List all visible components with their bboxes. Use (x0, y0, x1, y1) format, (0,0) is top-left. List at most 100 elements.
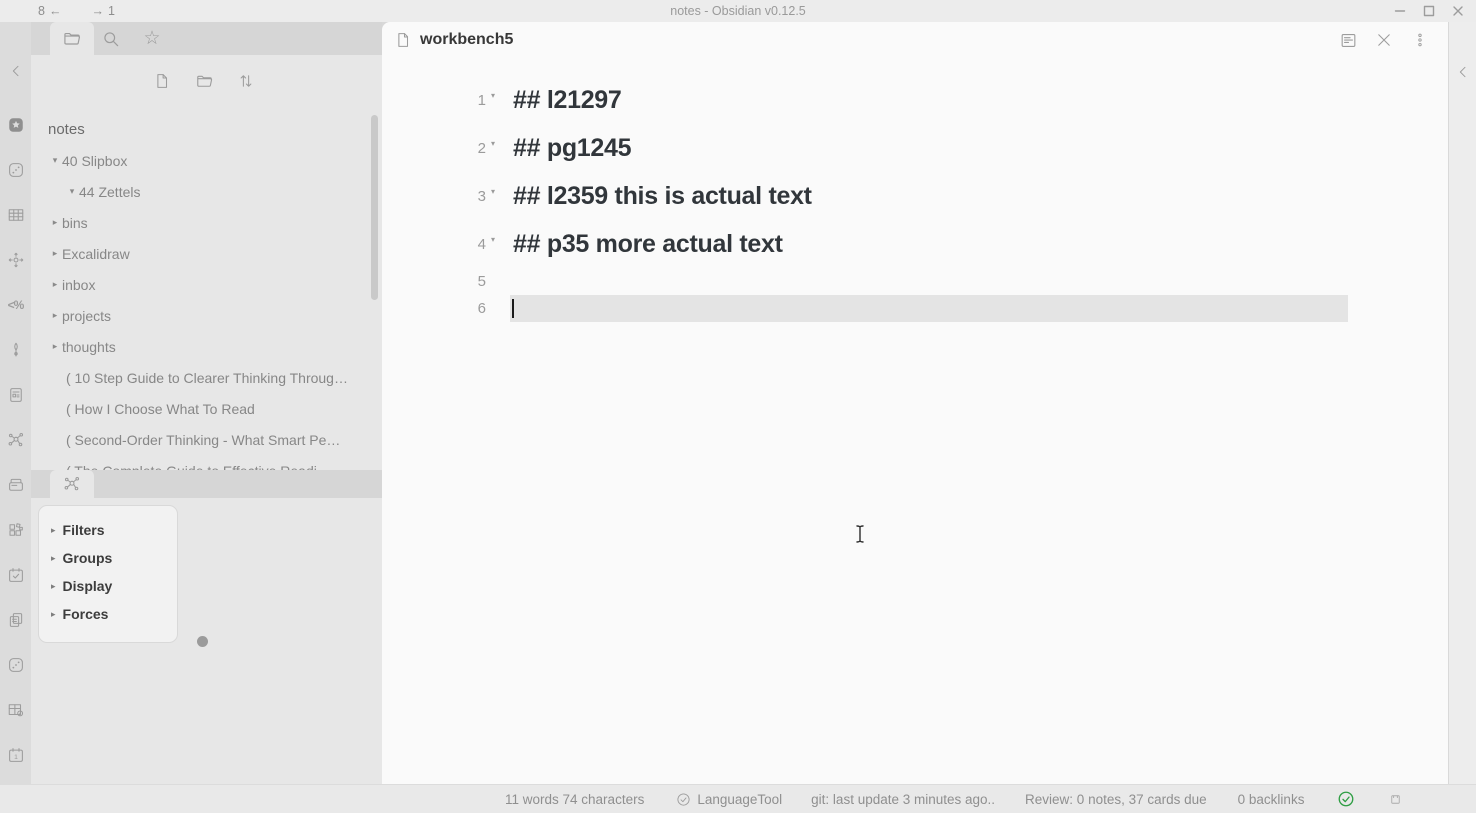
tab-file-explorer[interactable] (50, 22, 94, 55)
new-folder-icon[interactable] (194, 71, 214, 91)
tab-search[interactable] (94, 22, 128, 55)
editor-pane: workbench5 1 ▾ ## l21297 2 (382, 22, 1448, 784)
tab-starred[interactable]: ☆ (135, 22, 169, 55)
chevron-right-icon[interactable]: ▸ (48, 248, 62, 259)
tab-graph-view[interactable] (50, 470, 94, 498)
tree-folder-44-zettels[interactable]: ▾ 44 Zettels (31, 176, 382, 207)
graph-settings-filters[interactable]: ▸ Filters (39, 516, 177, 544)
chevron-right-icon[interactable]: ▸ (48, 217, 62, 228)
sort-icon[interactable] (236, 71, 256, 91)
graph-view-icon[interactable] (7, 431, 25, 449)
pen-icon[interactable] (7, 341, 25, 359)
expand-graph-icon[interactable] (7, 251, 25, 269)
tree-file[interactable]: ( 10 Step Guide to Clearer Thinking Thro… (31, 362, 382, 393)
calendar-check-icon[interactable] (7, 566, 25, 584)
expand-right-sidebar-icon[interactable] (1455, 64, 1471, 784)
graph-node[interactable] (197, 636, 208, 647)
window-title: notes - Obsidian v0.12.5 (0, 4, 1476, 18)
tree-folder-projects[interactable]: ▸ projects (31, 300, 382, 331)
review-status[interactable]: Review: 0 notes, 37 cards due (1025, 792, 1207, 807)
new-file-icon[interactable] (152, 71, 172, 91)
back-arrow-icon[interactable]: ← (49, 4, 62, 18)
graph-settings-forces[interactable]: ▸ Forces (39, 600, 177, 628)
heading-text[interactable]: ## l21297 (500, 86, 622, 115)
sync-mini-icon[interactable] (1391, 795, 1400, 804)
history-back-count: 8 (38, 4, 45, 18)
window-close-icon[interactable] (1450, 3, 1466, 19)
starred-notes-icon[interactable] (7, 116, 25, 134)
more-options-icon[interactable] (1410, 30, 1430, 50)
editor-line[interactable]: 3 ▾ ## l2359 this is actual text (382, 172, 1448, 220)
heading-text[interactable]: ## l2359 this is actual text (500, 182, 812, 211)
line-number: 6 (382, 300, 486, 317)
right-sidebar-collapsed (1448, 22, 1476, 784)
heading-text[interactable]: ## p35 more actual text (500, 230, 783, 259)
search-icon (101, 29, 121, 49)
chevron-right-icon: ▸ (51, 609, 56, 620)
fold-arrow-icon[interactable]: ▾ (486, 187, 500, 206)
editor-line[interactable]: 4 ▾ ## p35 more actual text (382, 220, 1448, 268)
close-pane-icon[interactable] (1374, 30, 1394, 50)
chevron-down-icon[interactable]: ▾ (65, 186, 79, 197)
blocks-icon[interactable] (7, 521, 25, 539)
explorer-scrollbar[interactable] (371, 115, 378, 300)
chevron-right-icon: ▸ (51, 553, 56, 564)
graph-settings-groups[interactable]: ▸ Groups (39, 544, 177, 572)
ok-check-icon[interactable] (1337, 790, 1355, 808)
tree-folder-excalidraw[interactable]: ▸ Excalidraw (31, 238, 382, 269)
editor-line[interactable]: 2 ▾ ## pg1245 (382, 124, 1448, 172)
tree-folder-inbox[interactable]: ▸ inbox (31, 269, 382, 300)
chevron-right-icon[interactable]: ▸ (48, 341, 62, 352)
tree-folder-40-slipbox[interactable]: ▾ 40 Slipbox (31, 145, 382, 176)
minimize-icon[interactable] (1392, 3, 1408, 19)
git-status[interactable]: git: last update 3 minutes ago.. (811, 792, 995, 807)
tree-file[interactable]: ( How I Choose What To Read (31, 393, 382, 424)
editor-line[interactable]: 1 ▾ ## l21297 (382, 76, 1448, 124)
graph-settings-display[interactable]: ▸ Display (39, 572, 177, 600)
folder-icon (62, 29, 82, 49)
tree-file[interactable]: ( The Complete Guide to Effective Readi… (31, 455, 382, 470)
fold-arrow-icon[interactable]: ▾ (486, 139, 500, 158)
file-tree: notes ▾ 40 Slipbox ▾ 44 Zettels ▸ bins ▸… (31, 55, 382, 470)
languagetool-status[interactable]: LanguageTool (676, 792, 782, 807)
left-ribbon: <% (0, 22, 31, 784)
heading-text[interactable]: ## pg1245 (500, 134, 631, 163)
maximize-icon[interactable] (1421, 3, 1437, 19)
editor-content[interactable]: 1 ▾ ## l21297 2 ▾ ## pg1245 3 ▾ ## l2359… (382, 58, 1448, 322)
tree-folder-bins[interactable]: ▸ bins (31, 207, 382, 238)
chevron-down-icon[interactable]: ▾ (48, 155, 62, 166)
check-circle-icon (676, 792, 691, 807)
calendar-day-icon[interactable]: 1 (7, 746, 25, 764)
chevron-right-icon[interactable]: ▸ (48, 279, 62, 290)
dice-icon[interactable] (7, 161, 25, 179)
fold-arrow-icon[interactable]: ▾ (486, 235, 500, 254)
editor-line-active[interactable]: 6 (382, 295, 1448, 322)
forward-arrow-icon[interactable]: → (91, 4, 104, 18)
pane-title: workbench5 (420, 31, 513, 49)
random-note-icon[interactable] (7, 656, 25, 674)
workspace: <% (0, 22, 1476, 784)
stacked-cards-icon[interactable] (7, 476, 25, 494)
line-number: 3 (382, 188, 486, 205)
graph-icon (63, 475, 81, 493)
history-forward-count: 1 (108, 4, 115, 18)
flashcard-icon[interactable] (7, 386, 25, 404)
editor-line[interactable]: 5 (382, 268, 1448, 295)
chevron-right-icon[interactable]: ▸ (48, 310, 62, 321)
templater-icon[interactable]: <% (7, 296, 25, 314)
backlinks-count[interactable]: 0 backlinks (1238, 792, 1305, 807)
collapse-left-sidebar-icon[interactable] (7, 62, 25, 80)
table-icon[interactable] (7, 206, 25, 224)
word-count: 11 words 74 characters (505, 792, 644, 807)
reading-view-icon[interactable] (1338, 30, 1358, 50)
copy-files-icon[interactable] (7, 611, 25, 629)
tree-folder-thoughts[interactable]: ▸ thoughts (31, 331, 382, 362)
line-number: 2 (382, 140, 486, 157)
table-gear-icon[interactable] (7, 701, 25, 719)
line-number: 1 (382, 92, 486, 109)
vault-name[interactable]: notes (31, 113, 382, 145)
fold-arrow-icon[interactable]: ▾ (486, 91, 500, 110)
tree-file[interactable]: ( Second-Order Thinking - What Smart Pe… (31, 424, 382, 455)
graph-view-panel[interactable]: ▸ Filters ▸ Groups ▸ Display ▸ Forces (31, 498, 382, 784)
active-line-highlight (510, 295, 1348, 322)
